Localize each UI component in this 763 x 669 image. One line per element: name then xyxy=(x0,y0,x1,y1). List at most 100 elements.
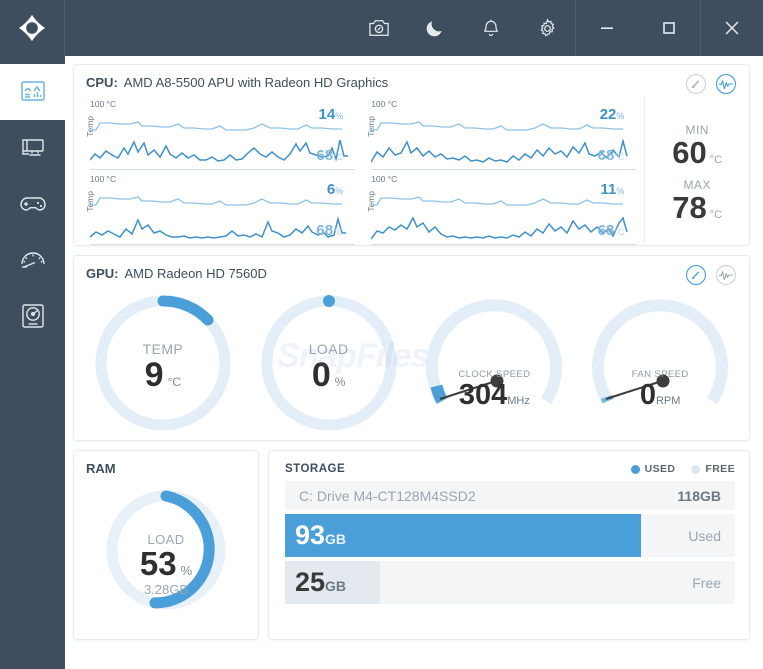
cpu-core-1-axis-top: 100 °C xyxy=(90,99,117,109)
storage-drive-row[interactable]: C: Drive M4-CT128M4SSD2 118GB xyxy=(285,481,735,510)
close-button[interactable] xyxy=(701,0,763,56)
storage-bar-free-value: 25GB xyxy=(295,567,347,597)
storage-drive-size: 118GB xyxy=(677,487,721,504)
minimize-button[interactable] xyxy=(576,0,638,56)
cpu-minmax-panel: MIN 60 °C MAX 78 °C xyxy=(644,96,749,246)
cpu-core-4-chart xyxy=(371,196,628,240)
titlebar-drag-area xyxy=(65,0,351,56)
storage-title: STORAGE xyxy=(285,463,346,475)
gpu-clock-gauge: CLOCK SPEED 304MHz xyxy=(414,289,574,437)
cpu-core-1-load: 14% xyxy=(318,106,344,123)
gpu-temp-readout: TEMP 9 °C xyxy=(83,341,243,394)
cpu-gauge-mode-icon[interactable] xyxy=(685,73,707,95)
title-bar xyxy=(0,0,763,56)
gpu-fan-gauge: FAN SPEED 0RPM xyxy=(580,289,740,437)
gpu-mode-toggles xyxy=(685,264,737,286)
cpu-core-1-chart xyxy=(90,121,348,162)
cpu-core-2-load: 22% xyxy=(599,106,625,123)
cpu-core-3-axis-top: 100 °C xyxy=(90,174,117,184)
cpu-core-4: 100 °C Temp 11% 68°C xyxy=(363,171,644,246)
storage-card: STORAGE USED FREE C: Drive M4-CT128M4SSD… xyxy=(268,450,750,640)
sidebar-item-dashboard[interactable] xyxy=(0,64,65,120)
monitor-icon xyxy=(21,139,44,156)
gpu-fan-readout: FAN SPEED 0RPM xyxy=(580,369,740,410)
cpu-core-2-temp: 68°C xyxy=(597,147,625,164)
dashboard-icon xyxy=(20,81,45,101)
legend-used-label: USED xyxy=(644,463,676,475)
ram-card-title: RAM xyxy=(74,451,258,482)
cpu-core-4-load: 11% xyxy=(600,181,625,198)
storage-drive-name: C: Drive M4-CT128M4SSD2 xyxy=(299,487,476,504)
gpu-gauge-mode-icon[interactable] xyxy=(685,264,707,286)
gpu-load-value: 0% xyxy=(311,356,346,394)
legend-used: USED xyxy=(630,463,676,475)
gpu-card: GPU: AMD Radeon HD 7560D TEMP 9 °C LOAD … xyxy=(73,255,750,441)
cpu-core-3-chart xyxy=(90,196,346,239)
storage-bar-free-tag: Free xyxy=(692,574,721,591)
legend-free: FREE xyxy=(691,463,735,475)
disk-icon xyxy=(21,304,44,328)
gpu-load-label: LOAD xyxy=(308,341,349,357)
app-window: CPU: AMD A8-5500 APU with Radeon HD Graph… xyxy=(0,0,763,669)
gpu-fan-value: 0RPM xyxy=(639,379,681,411)
cpu-label: CPU: xyxy=(86,75,118,90)
app-logo xyxy=(0,0,65,56)
cpu-core-1: 100 °C Temp 14% 68°C xyxy=(82,96,363,171)
gpu-card-title: GPU: AMD Radeon HD 7560D xyxy=(74,256,749,287)
sidebar-item-monitor[interactable] xyxy=(0,120,65,176)
screenshot-icon[interactable] xyxy=(351,0,407,56)
gpu-graph-mode-icon[interactable] xyxy=(715,264,737,286)
cpu-model: AMD A8-5500 APU with Radeon HD Graphics xyxy=(123,75,389,90)
titlebar-actions xyxy=(351,0,763,56)
gpu-model: AMD Radeon HD 7560D xyxy=(124,266,267,281)
gpu-gauges: TEMP 9 °C LOAD 0% CLOCK SPEED 304MHz FAN… xyxy=(74,287,749,437)
gpu-clock-value: 304MHz xyxy=(458,379,530,411)
sidebar xyxy=(0,56,65,669)
ram-title: RAM xyxy=(86,461,116,476)
sidebar-item-storage[interactable] xyxy=(0,288,65,344)
legend-free-label: FREE xyxy=(705,463,735,475)
sidebar-item-benchmark[interactable] xyxy=(0,232,65,288)
sidebar-item-gaming[interactable] xyxy=(0,176,65,232)
cpu-core-charts: 100 °C Temp 14% 68°C 100 °C Temp 22% 68°… xyxy=(74,96,644,246)
cpu-core-2-axis-top: 100 °C xyxy=(371,99,398,109)
storage-bar-used: 93GB Used xyxy=(285,514,735,557)
legend-used-dot xyxy=(630,464,640,474)
storage-header: STORAGE USED FREE xyxy=(269,451,749,481)
gpu-label: GPU: xyxy=(86,266,119,281)
gauge-icon xyxy=(20,252,45,268)
storage-bar-used-value: 93GB xyxy=(295,520,347,550)
ram-readout: LOAD 53% 3.28GB xyxy=(74,532,258,597)
storage-legend: USED FREE xyxy=(630,463,735,475)
content-area: CPU: AMD A8-5500 APU with Radeon HD Graph… xyxy=(65,56,763,669)
cpu-card-title: CPU: AMD A8-5500 APU with Radeon HD Graph… xyxy=(74,65,749,96)
gpu-temp-label: TEMP xyxy=(142,341,184,357)
cpu-core-2-chart xyxy=(371,121,628,163)
ram-load-value: 53% xyxy=(139,545,193,582)
cpu-core-3-load: 6% xyxy=(326,181,344,198)
cpu-core-4-baseline xyxy=(371,244,637,245)
gear-icon[interactable] xyxy=(519,0,575,56)
cpu-body: 100 °C Temp 14% 68°C 100 °C Temp 22% 68°… xyxy=(74,96,749,246)
cpu-graph-mode-icon[interactable] xyxy=(715,73,737,95)
cpu-core-2: 100 °C Temp 22% 68°C xyxy=(363,96,644,171)
gpu-temp-value: 9 °C xyxy=(144,356,182,394)
cpu-core-3-baseline xyxy=(90,244,356,245)
moon-icon[interactable] xyxy=(407,0,463,56)
cpu-card: CPU: AMD A8-5500 APU with Radeon HD Graph… xyxy=(73,64,750,246)
gpu-temp-gauge: TEMP 9 °C xyxy=(83,289,243,437)
cpu-max-value: 78 °C xyxy=(672,190,723,225)
cpu-core-3: 100 °C Temp 6% 68°C xyxy=(82,171,363,246)
cpu-core-4-temp: 68°C xyxy=(597,222,625,239)
cpu-mode-toggles xyxy=(685,73,737,95)
gpu-load-readout: LOAD 0% xyxy=(249,341,409,394)
gpu-fan-label: FAN SPEED xyxy=(631,369,689,380)
maximize-button[interactable] xyxy=(638,0,700,56)
legend-free-dot xyxy=(691,464,701,474)
gpu-load-gauge: LOAD 0% xyxy=(249,289,409,437)
storage-bar-free: 25GB Free xyxy=(285,561,735,604)
cpu-core-4-axis-top: 100 °C xyxy=(371,174,398,184)
storage-bar-used-tag: Used xyxy=(688,527,721,544)
gamepad-icon xyxy=(19,197,46,211)
bell-icon[interactable] xyxy=(463,0,519,56)
